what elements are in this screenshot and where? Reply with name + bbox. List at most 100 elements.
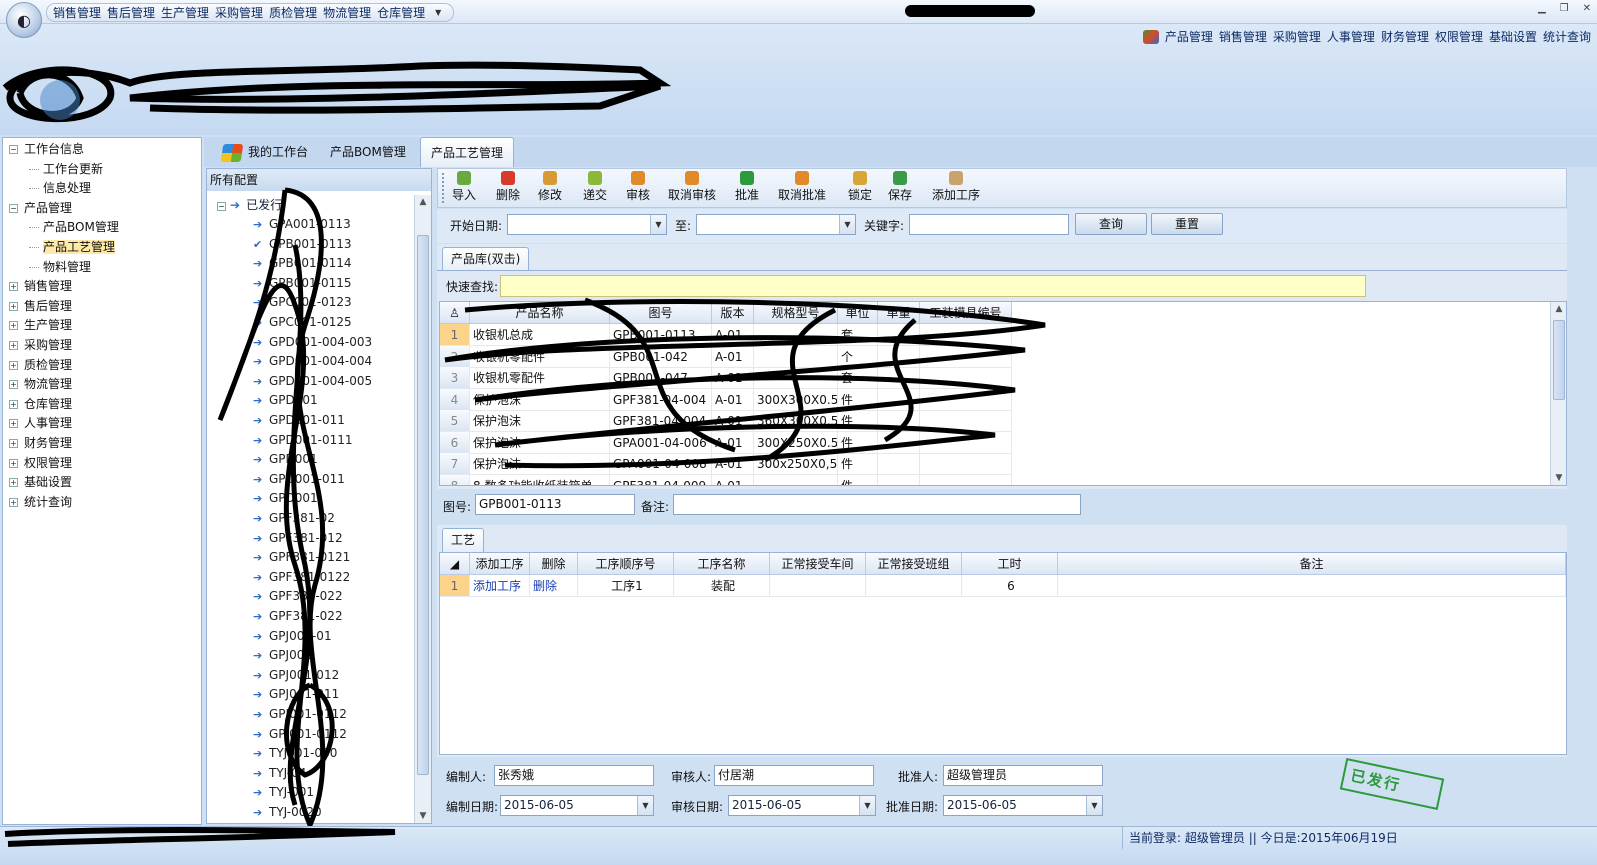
- scroll-thumb[interactable]: [1553, 320, 1565, 400]
- chevron-down-icon[interactable]: ▼: [859, 796, 875, 815]
- scroll-up-icon[interactable]: ▲: [1551, 302, 1566, 316]
- quick-menu-item[interactable]: 物流管理: [323, 4, 371, 21]
- nav-item[interactable]: + 采购管理: [9, 336, 72, 354]
- chevron-down-icon[interactable]: ▼: [1086, 796, 1102, 815]
- toolbar-button[interactable]: 导入: [452, 171, 476, 203]
- add-process-link[interactable]: 添加工序: [470, 575, 530, 597]
- expand-icon[interactable]: +: [9, 497, 18, 507]
- quick-menu-item[interactable]: 仓库管理: [377, 4, 425, 21]
- column-header[interactable]: 备注: [1058, 553, 1566, 575]
- expand-icon[interactable]: +: [9, 478, 18, 488]
- approve-date-combo[interactable]: 2015-06-05 ▼: [943, 795, 1103, 816]
- column-header[interactable]: 删除: [530, 553, 578, 575]
- nav-item[interactable]: + 仓库管理: [9, 395, 72, 413]
- nav-item[interactable]: + 质检管理: [9, 356, 72, 374]
- nav-item[interactable]: + 生产管理: [9, 316, 72, 334]
- toolbar-button[interactable]: 添加工序: [932, 171, 980, 203]
- expand-icon[interactable]: +: [9, 360, 18, 370]
- expand-icon[interactable]: +: [9, 380, 18, 390]
- review-date-combo[interactable]: 2015-06-05 ▼: [728, 795, 876, 816]
- expand-icon[interactable]: +: [9, 341, 18, 350]
- editor-input[interactable]: 张秀娥: [494, 765, 654, 786]
- table-cell[interactable]: GPF381-04-009: [610, 474, 712, 485]
- column-header[interactable]: 工序顺序号: [578, 553, 674, 575]
- scroll-thumb[interactable]: [417, 235, 429, 775]
- grid-corner[interactable]: ◢: [440, 553, 470, 575]
- column-header[interactable]: 正常接受车间: [770, 553, 866, 575]
- toolbar-button[interactable]: 保存: [888, 171, 912, 203]
- nav-item[interactable]: 产品工艺管理: [29, 238, 116, 256]
- top-nav-item[interactable]: 基础设置: [1489, 28, 1537, 45]
- table-cell[interactable]: [1058, 575, 1566, 597]
- toolbar-button[interactable]: 批准: [735, 171, 759, 203]
- scroll-down-icon[interactable]: ▼: [415, 809, 431, 823]
- quick-menu-item[interactable]: 生产管理: [161, 4, 209, 21]
- nav-item[interactable]: + 销售管理: [9, 277, 72, 295]
- tab-0[interactable]: 我的工作台: [212, 137, 318, 167]
- quick-menu-item[interactable]: 质检管理: [269, 4, 317, 21]
- toolbar-button[interactable]: 修改: [538, 171, 562, 203]
- tab-product-library[interactable]: 产品库(双击): [442, 247, 530, 271]
- close-icon[interactable]: ✕: [1583, 3, 1591, 14]
- table-cell[interactable]: [754, 474, 838, 485]
- tab-1[interactable]: 产品BOM管理: [320, 137, 416, 167]
- quick-menu-item[interactable]: 销售管理: [53, 4, 101, 21]
- maximize-icon[interactable]: ❐: [1560, 3, 1569, 14]
- keyword-input[interactable]: [909, 214, 1069, 235]
- top-nav-item[interactable]: 统计查询: [1543, 28, 1591, 45]
- tab-2[interactable]: 产品工艺管理: [420, 137, 515, 167]
- start-date-combo[interactable]: ▼: [507, 214, 667, 235]
- reset-button[interactable]: 重置: [1151, 213, 1223, 235]
- collapse-icon[interactable]: −: [9, 203, 18, 213]
- top-nav-item[interactable]: 销售管理: [1219, 28, 1267, 45]
- nav-item[interactable]: + 人事管理: [9, 414, 72, 432]
- top-nav-item[interactable]: 采购管理: [1273, 28, 1321, 45]
- minimize-icon[interactable]: ▁: [1538, 3, 1546, 14]
- table-cell[interactable]: 6: [962, 575, 1058, 597]
- column-header[interactable]: 工时: [962, 553, 1058, 575]
- chevron-down-icon[interactable]: ▼: [650, 215, 666, 234]
- toolbar-button[interactable]: 递交: [583, 171, 607, 203]
- nav-item[interactable]: − 产品管理: [9, 199, 72, 217]
- chevron-down-icon[interactable]: ▼: [637, 796, 653, 815]
- table-cell[interactable]: 工序1: [578, 575, 674, 597]
- query-button[interactable]: 查询: [1075, 213, 1147, 235]
- nav-item[interactable]: 信息处理: [29, 179, 91, 197]
- table-cell[interactable]: 8.数多功能收纸装箱单: [470, 474, 610, 485]
- nav-item[interactable]: + 统计查询: [9, 493, 72, 511]
- table-cell[interactable]: [878, 474, 920, 485]
- delete-link[interactable]: 删除: [530, 575, 578, 597]
- toolbar-button[interactable]: 取消审核: [668, 171, 716, 203]
- expand-icon[interactable]: +: [9, 399, 18, 409]
- table-cell[interactable]: 装配: [674, 575, 770, 597]
- scroll-down-icon[interactable]: ▼: [1551, 471, 1566, 485]
- nav-item[interactable]: 物料管理: [29, 258, 91, 276]
- nav-item[interactable]: + 售后管理: [9, 297, 72, 315]
- nav-item[interactable]: − 工作台信息: [9, 140, 84, 158]
- toolbar-button[interactable]: 锁定: [848, 171, 872, 203]
- scroll-up-icon[interactable]: ▲: [415, 195, 431, 209]
- drawing-no-input[interactable]: GPB001-0113: [475, 494, 635, 515]
- table-cell[interactable]: [866, 575, 962, 597]
- product-grid-scrollbar[interactable]: ▲ ▼: [1550, 302, 1566, 485]
- end-date-combo[interactable]: ▼: [696, 214, 856, 235]
- nav-item[interactable]: + 基础设置: [9, 473, 72, 491]
- approver-input[interactable]: 超级管理员: [943, 765, 1103, 786]
- table-cell[interactable]: 件: [838, 474, 878, 485]
- nav-item[interactable]: + 权限管理: [9, 454, 72, 472]
- table-cell[interactable]: A-01: [712, 474, 754, 485]
- nav-item[interactable]: + 财务管理: [9, 434, 72, 452]
- chevron-down-icon[interactable]: ▼: [839, 215, 855, 234]
- toolbar-button[interactable]: 审核: [626, 171, 650, 203]
- column-header[interactable]: 添加工序: [470, 553, 530, 575]
- expand-icon[interactable]: +: [9, 301, 18, 311]
- toolbar-button[interactable]: 取消批准: [778, 171, 826, 203]
- app-menu-button[interactable]: ◐: [6, 2, 42, 38]
- table-cell[interactable]: [920, 474, 1012, 485]
- column-header[interactable]: 正常接受班组: [866, 553, 962, 575]
- expand-icon[interactable]: +: [9, 282, 18, 292]
- edit-date-combo[interactable]: 2015-06-05 ▼: [500, 795, 654, 816]
- top-nav-item[interactable]: 产品管理: [1165, 28, 1213, 45]
- toolbar-button[interactable]: 删除: [496, 171, 520, 203]
- expand-icon[interactable]: +: [9, 458, 18, 468]
